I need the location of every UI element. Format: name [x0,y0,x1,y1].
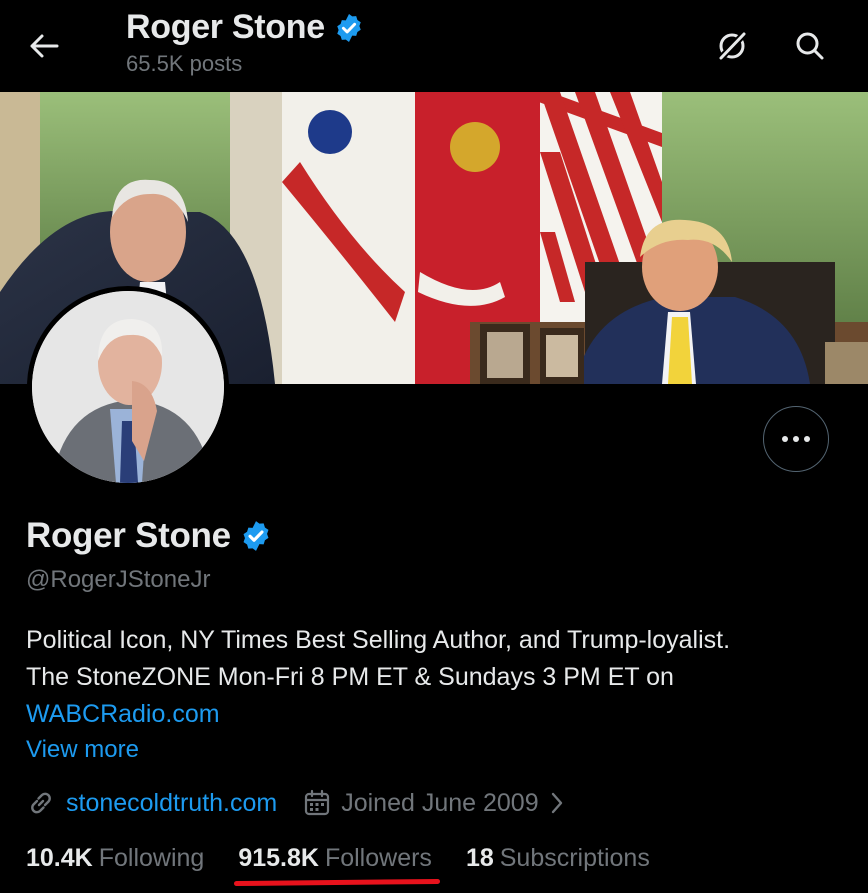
calendar-icon [305,789,330,816]
chevron-right-icon [551,792,562,814]
more-options-button[interactable] [763,406,829,472]
grok-button[interactable] [708,22,756,70]
profile-name: Roger Stone [26,516,231,555]
avatar-image [32,291,224,483]
post-count: 65.5K posts [126,51,243,76]
arrow-left-icon [30,34,59,58]
bio-line-2: The StoneZONE Mon-Fri 8 PM ET & Sundays … [26,663,674,691]
view-more-link[interactable]: View more [26,736,139,764]
link-icon [31,792,51,814]
followers-stat[interactable]: 915.8K Followers [234,844,441,887]
subscriptions-label: Subscriptions [499,844,650,872]
grok-icon [717,30,748,62]
profile-name-row: Roger Stone [26,516,273,556]
bio-line-1: Political Icon, NY Times Best Selling Au… [26,626,731,654]
verified-badge-icon[interactable] [239,519,273,553]
verified-badge-icon [337,13,361,42]
joined-text: Joined June 2009 [341,788,539,817]
search-button[interactable] [786,22,834,70]
following-count: 10.4K [26,844,93,872]
bio-link[interactable]: WABCRadio.com [26,700,220,728]
back-button[interactable] [22,26,66,66]
profile-stats: 10.4K Following 915.8K Followers 18 Subs… [26,844,650,887]
subscriptions-count: 18 [465,844,494,872]
header-title: Roger Stone [126,8,325,46]
website-text: stonecoldtruth.com [66,788,278,817]
following-label: Following [98,844,205,872]
profile-bio: Political Icon, NY Times Best Selling Au… [26,622,846,733]
website-link[interactable]: stonecoldtruth.com [26,788,277,818]
following-stat[interactable]: 10.4K Following [26,844,204,873]
followers-label: Followers [324,844,432,872]
followers-count: 915.8K [238,844,319,872]
more-horizontal-icon [782,436,788,442]
search-icon [796,32,824,60]
profile-avatar[interactable] [27,286,229,488]
subscriptions-stat[interactable]: 18 Subscriptions [466,844,650,873]
followers-underline-annotation [234,878,441,887]
profile-meta: stonecoldtruth.com Joined June 2009 [26,788,565,818]
top-bar: Roger Stone 65.5K posts [0,0,868,92]
header-title-block: Roger Stone 65.5K posts [126,8,365,77]
profile-handle: @RogerJStoneJr [26,566,211,593]
joined-date[interactable]: Joined June 2009 [303,789,564,818]
